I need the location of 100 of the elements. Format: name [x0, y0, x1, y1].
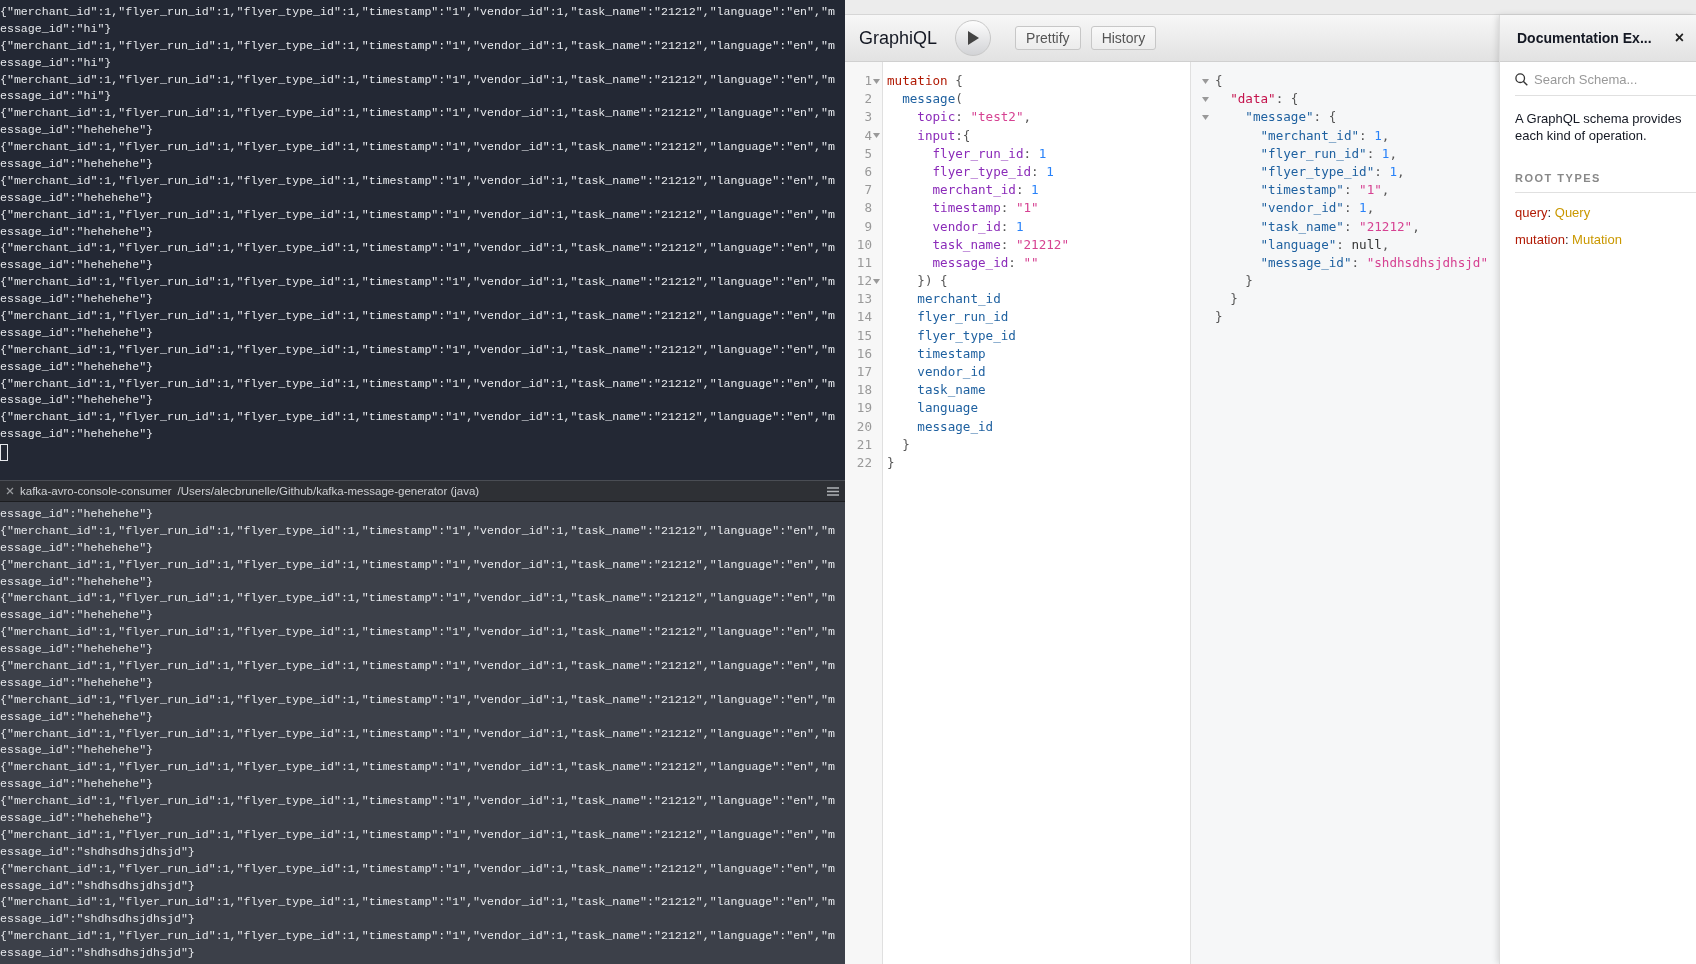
code-line: vendor_id: 1: [931, 217, 1025, 236]
line-number: 20: [856, 417, 872, 436]
prettify-button[interactable]: Prettify: [1015, 26, 1081, 50]
fold-caret-icon[interactable]: [873, 278, 880, 284]
line-number: 19: [856, 399, 872, 418]
terminal-line: essage_id":"hehehehe"}: [0, 810, 155, 827]
terminal-line: {"merchant_id":1,"flyer_run_id":1,"flyer_type_id":1,"timestamp":"1","vendor_id":1,"task_name":"21212","language":"en","m: [0, 274, 836, 291]
code-line: "message": {: [1244, 108, 1338, 127]
terminal-line: essage_id":"hehehehe"}: [0, 742, 155, 759]
code-line: flyer_run_id: 1: [931, 144, 1048, 163]
line-number: 2: [864, 90, 872, 109]
code-line: "vendor_id": 1,: [1259, 199, 1376, 218]
fold-caret-icon[interactable]: [1202, 114, 1209, 120]
line-number: 12: [856, 272, 872, 291]
line-number: 6: [864, 162, 872, 181]
terminal-line: {"merchant_id":1,"flyer_run_id":1,"flyer_type_id":1,"timestamp":"1","vendor_id":1,"task_name":"21212","language":"en","m: [0, 522, 836, 539]
terminal-line: {"merchant_id":1,"flyer_run_id":1,"flyer_type_id":1,"timestamp":"1","vendor_id":1,"task_name":"21212","language":"en","m: [0, 375, 836, 392]
terminal-line: {"merchant_id":1,"flyer_run_id":1,"flyer_type_id":1,"timestamp":"1","vendor_id":1,"task_name":"21212","language":"en","m: [0, 341, 836, 358]
code-line: "flyer_run_id": 1,: [1259, 144, 1398, 163]
line-number: 1: [864, 72, 872, 90]
code-line: timestamp: "1": [931, 199, 1040, 218]
root-type-link[interactable]: mutation: Mutation: [1515, 233, 1696, 247]
history-button[interactable]: History: [1090, 26, 1157, 50]
line-number: 7: [864, 181, 872, 200]
code-line: flyer_type_id: 1: [931, 162, 1055, 181]
terminal-line: essage_id":"hehehehe"}: [0, 641, 155, 658]
code-line: "language": null,: [1259, 235, 1391, 254]
terminal-line: essage_id":"hehehehe"}: [0, 607, 155, 624]
close-button[interactable]: ×: [1674, 29, 1684, 47]
section-title: ROOT TYPES: [1515, 172, 1696, 193]
search-field[interactable]: Search Schema...: [1534, 72, 1684, 87]
query-editor[interactable]: [845, 62, 1191, 964]
code-line: "data": {: [1229, 90, 1300, 109]
line-number: 13: [856, 290, 872, 309]
code-line: }: [887, 453, 896, 472]
terminal-line: essage_id":"hi"}: [0, 88, 113, 105]
line-number: 22: [856, 453, 872, 472]
fold-caret-icon[interactable]: [1202, 96, 1209, 102]
terminal-line: {"merchant_id":1,"flyer_run_id":1,"flyer_type_id":1,"timestamp":"1","vendor_id":1,"task_name":"21212","language":"en","m: [0, 4, 836, 20]
terminal-line: essage_id":"hi"}: [0, 54, 113, 71]
terminal-line: essage_id":"hehehehe"}: [0, 156, 155, 172]
terminal-line: essage_id":"hehehehe"}: [0, 506, 155, 522]
code-line: timestamp: [916, 344, 987, 363]
code-line: language: [916, 399, 979, 418]
terminal-line: {"merchant_id":1,"flyer_run_id":1,"flyer_type_id":1,"timestamp":"1","vendor_id":1,"task_name":"21212","language":"en","m: [0, 308, 836, 325]
line-number: 17: [856, 363, 872, 381]
code-line: }: [1229, 290, 1239, 309]
terminal-line: {"merchant_id":1,"flyer_run_id":1,"flyer_type_id":1,"timestamp":"1","vendor_id":1,"task_name":"21212","language":"en","m: [0, 691, 836, 708]
line-number: 5: [864, 144, 872, 163]
line-number: 8: [864, 199, 872, 218]
code-line: task_name: "21212": [931, 235, 1069, 254]
menu-icon[interactable]: [827, 486, 839, 496]
code-line: "task_name": "21212",: [1259, 217, 1421, 236]
line-number: 4: [864, 126, 872, 145]
terminal-line: essage_id":"hi"}: [0, 20, 113, 37]
terminal-line: essage_id":"hehehehe"}: [0, 122, 155, 139]
line-number: 3: [864, 108, 872, 127]
terminal-line: {"merchant_id":1,"flyer_run_id":1,"flyer_type_id":1,"timestamp":"1","vendor_id":1,"task_name":"21212","language":"en","m: [0, 826, 836, 843]
code-line: message(: [901, 90, 964, 109]
code-line: }: [1215, 308, 1224, 327]
code-line: {: [1215, 72, 1224, 90]
terminal-line: {"merchant_id":1,"flyer_run_id":1,"flyer_type_id":1,"timestamp":"1","vendor_id":1,"task_name":"21212","language":"en","m: [0, 240, 836, 257]
terminal-line: {"merchant_id":1,"flyer_run_id":1,"flyer_type_id":1,"timestamp":"1","vendor_id":1,"task_name":"21212","language":"en","m: [0, 105, 836, 122]
terminal-line: essage_id":"shdhsdhsjdhsjd"}: [0, 911, 196, 928]
terminal-line: {"merchant_id":1,"flyer_run_id":1,"flyer_type_id":1,"timestamp":"1","vendor_id":1,"task_name":"21212","language":"en","m: [0, 139, 836, 156]
terminal-line: essage_id":"hehehehe"}: [0, 223, 155, 240]
code-line: message_id: [916, 417, 995, 436]
code-line: input:{: [916, 126, 972, 145]
terminal-line: {"merchant_id":1,"flyer_run_id":1,"flyer_type_id":1,"timestamp":"1","vendor_id":1,"task_name":"21212","language":"en","m: [0, 624, 836, 641]
description-text: each kind of operation.: [1515, 127, 1648, 144]
close-icon[interactable]: [6, 487, 14, 495]
terminal-line: {"merchant_id":1,"flyer_run_id":1,"flyer_type_id":1,"timestamp":"1","vendor_id":1,"task_name":"21212","language":"en","m: [0, 658, 836, 674]
line-number: 16: [856, 344, 872, 363]
terminal-line: {"merchant_id":1,"flyer_run_id":1,"flyer_type_id":1,"timestamp":"1","vendor_id":1,"task_name":"21212","language":"en","m: [0, 71, 836, 88]
fold-caret-icon[interactable]: [873, 78, 880, 84]
terminal-line: {"merchant_id":1,"flyer_run_id":1,"flyer_type_id":1,"timestamp":"1","vendor_id":1,"task_name":"21212","language":"en","m: [0, 172, 836, 189]
terminal-line: {"merchant_id":1,"flyer_run_id":1,"flyer_type_id":1,"timestamp":"1","vendor_id":1,"task_name":"21212","language":"en","m: [0, 590, 836, 607]
pane-path: /Users/alecbrunelle/Github/kafka-message-generator (java): [177, 485, 480, 497]
terminal-line: essage_id":"hehehehe"}: [0, 426, 155, 443]
code-line: "message_id": "shdhsdhsjdhsjd": [1259, 253, 1488, 272]
root-type-link[interactable]: query: Query: [1515, 206, 1696, 220]
code-line: merchant_id: [916, 290, 1002, 309]
code-line: flyer_run_id: [916, 308, 1010, 327]
code-line: task_name: [916, 381, 987, 400]
run-button[interactable]: [955, 20, 992, 56]
terminal-line: essage_id":"shdhsdhsjdhsjd"}: [0, 945, 196, 962]
line-number: 15: [856, 326, 872, 345]
terminal-line: {"merchant_id":1,"flyer_run_id":1,"flyer_type_id":1,"timestamp":"1","vendor_id":1,"task_name":"21212","language":"en","m: [0, 928, 836, 945]
code-line: "flyer_type_id": 1,: [1259, 162, 1406, 181]
panel-title: Documentation Ex...: [1517, 30, 1652, 46]
code-line: vendor_id: [916, 363, 987, 381]
terminal-line: {"merchant_id":1,"flyer_run_id":1,"flyer_type_id":1,"timestamp":"1","vendor_id":1,"task_name":"21212","language":"en","m: [0, 725, 836, 742]
code-line: }: [1244, 272, 1254, 291]
code-line: merchant_id: 1: [931, 181, 1040, 200]
code-line: flyer_type_id: [916, 326, 1017, 345]
fold-caret-icon[interactable]: [1202, 78, 1209, 84]
fold-caret-icon[interactable]: [873, 133, 880, 139]
terminal-line: essage_id":"hehehehe"}: [0, 189, 155, 206]
code-line: }: [901, 435, 911, 454]
description-text: A GraphQL schema provides: [1515, 110, 1683, 127]
